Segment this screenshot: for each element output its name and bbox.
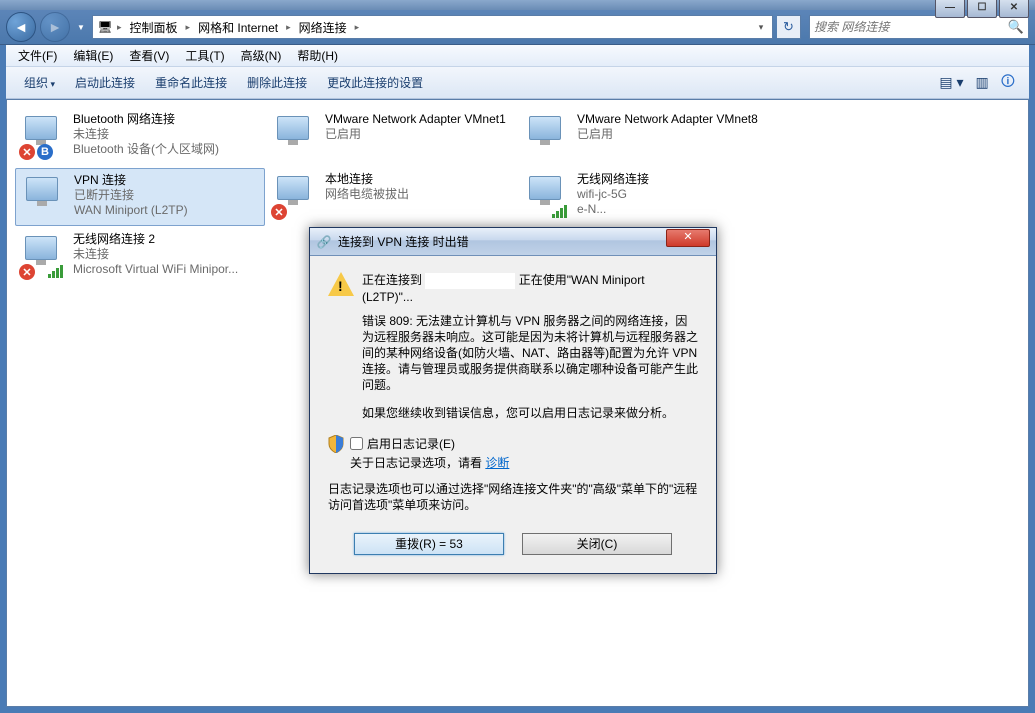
connection-item[interactable]: 无线网络连接wifi-jc-5Ge-N...	[519, 168, 769, 226]
connection-status: 已断开连接	[74, 188, 188, 203]
breadcrumb[interactable]: 🖥 ▸ 控制面板 ▸ 网格和 Internet ▸ 网络连接 ▸ ▾	[92, 15, 773, 39]
connection-item[interactable]: VMware Network Adapter VMnet8已启用	[519, 108, 769, 166]
connection-item[interactable]: VPN 连接已断开连接WAN Miniport (L2TP)	[15, 168, 265, 226]
diagnose-link[interactable]: 诊断	[485, 456, 509, 470]
connection-name: 本地连接	[325, 172, 409, 187]
bc-sep[interactable]: ▸	[353, 22, 362, 33]
forward-arrow-icon: ►	[48, 19, 62, 35]
window-close-button[interactable]: ✕	[999, 0, 1029, 18]
connection-status: 网络电缆被拔出	[325, 187, 409, 202]
toolbar-start[interactable]: 启动此连接	[65, 70, 145, 95]
error-text: 错误 809: 无法建立计算机与 VPN 服务器之间的网络连接，因为远程服务器未…	[362, 313, 698, 393]
connection-icon	[523, 172, 571, 220]
address-dropdown[interactable]: ▾	[752, 22, 770, 33]
bc-leaf[interactable]: 网络连接	[293, 19, 353, 36]
search-input[interactable]	[814, 20, 1008, 34]
connecting-pre: 正在连接到	[362, 273, 422, 287]
connection-status: wifi-jc-5G	[577, 187, 649, 202]
enable-log-input[interactable]	[350, 437, 363, 450]
toolbar-organize[interactable]: 组织	[14, 70, 65, 95]
bc-sep[interactable]: ▸	[115, 22, 124, 33]
connection-status: 已启用	[325, 127, 506, 142]
toolbar-rename[interactable]: 重命名此连接	[145, 70, 237, 95]
connection-device: Microsoft Virtual WiFi Minipor...	[73, 262, 238, 277]
connection-item[interactable]: VMware Network Adapter VMnet1已启用	[267, 108, 517, 166]
enable-log-label: 启用日志记录(E)	[367, 435, 455, 452]
network-icon: 🔗	[316, 234, 332, 250]
connection-icon	[20, 173, 68, 221]
back-button[interactable]: ◄	[6, 12, 36, 42]
toolbar-change[interactable]: 更改此连接的设置	[317, 70, 433, 95]
connection-name: 无线网络连接	[577, 172, 649, 187]
hint-text: 如果您继续收到错误信息，您可以启用日志记录来做分析。	[362, 405, 698, 421]
connection-name: Bluetooth 网络连接	[73, 112, 219, 127]
connection-name: VPN 连接	[74, 173, 188, 188]
refresh-button[interactable]: ↻	[777, 15, 801, 39]
forward-button[interactable]: ►	[40, 12, 70, 42]
connection-icon: ✕B	[19, 112, 67, 160]
menu-view[interactable]: 查看(V)	[121, 45, 177, 66]
toolbar: 组织 启动此连接 重命名此连接 删除此连接 更改此连接的设置 ▤ ▾ ▥ 🛈	[6, 67, 1029, 99]
window-titlebar: — ☐ ✕	[0, 0, 1035, 10]
connection-name: VMware Network Adapter VMnet8	[577, 112, 758, 127]
dialog-message: 正在连接到 正在使用"WAN Miniport (L2TP)"... 错误 80…	[362, 272, 698, 393]
close-button[interactable]: 关闭(C)	[522, 533, 672, 555]
menu-help[interactable]: 帮助(H)	[289, 45, 346, 66]
connection-icon: ✕	[19, 232, 67, 280]
address-bar: ◄ ► ▼ 🖥 ▸ 控制面板 ▸ 网格和 Internet ▸ 网络连接 ▸ ▾…	[0, 10, 1035, 45]
search-icon[interactable]: 🔍	[1008, 19, 1024, 35]
minimize-button[interactable]: —	[935, 0, 965, 18]
bc-mid[interactable]: 网格和 Internet	[192, 19, 284, 36]
view-mode-button[interactable]: ▤ ▾	[933, 70, 969, 95]
obscured-target	[425, 273, 515, 289]
connection-device: WAN Miniport (L2TP)	[74, 203, 188, 218]
dialog-close-button[interactable]: ✕	[666, 229, 710, 247]
search-box[interactable]: 🔍	[809, 15, 1029, 39]
connection-item[interactable]: ✕ 无线网络连接 2未连接Microsoft Virtual WiFi Minip…	[15, 228, 265, 286]
dialog-titlebar[interactable]: 🔗 连接到 VPN 连接 时出错 ✕	[310, 228, 716, 256]
dialog-title: 连接到 VPN 连接 时出错	[338, 233, 666, 250]
preview-pane-button[interactable]: ▥	[969, 70, 994, 95]
connection-device: e-N...	[577, 202, 649, 217]
shield-icon	[328, 435, 350, 471]
connection-name: 无线网络连接 2	[73, 232, 238, 247]
menu-bar: 文件(F) 编辑(E) 查看(V) 工具(T) 高级(N) 帮助(H)	[6, 45, 1029, 67]
connection-item[interactable]: ✕ 本地连接网络电缆被拔出	[267, 168, 517, 226]
redial-button[interactable]: 重拨(R) = 53	[354, 533, 504, 555]
help-button[interactable]: 🛈	[995, 67, 1021, 99]
bc-sep[interactable]: ▸	[184, 22, 193, 33]
error-dialog: 🔗 连接到 VPN 连接 时出错 ✕ 正在连接到 正在使用"WAN Minipo…	[309, 227, 717, 574]
warning-icon	[328, 272, 362, 393]
connection-icon	[271, 112, 319, 160]
enable-log-checkbox[interactable]: 启用日志记录(E)	[350, 435, 698, 452]
bc-root[interactable]: 控制面板	[124, 19, 184, 36]
menu-edit[interactable]: 编辑(E)	[65, 45, 121, 66]
connection-device: Bluetooth 设备(个人区域网)	[73, 142, 219, 157]
connection-status: 未连接	[73, 247, 238, 262]
connection-item[interactable]: ✕B Bluetooth 网络连接未连接Bluetooth 设备(个人区域网)	[15, 108, 265, 166]
back-arrow-icon: ◄	[14, 19, 28, 35]
connection-status: 已启用	[577, 127, 758, 142]
connection-icon: ✕	[271, 172, 319, 220]
menu-file[interactable]: 文件(F)	[10, 45, 65, 66]
toolbar-delete[interactable]: 删除此连接	[237, 70, 317, 95]
bc-sep[interactable]: ▸	[284, 22, 293, 33]
connection-name: VMware Network Adapter VMnet1	[325, 112, 506, 127]
menu-advanced[interactable]: 高级(N)	[233, 45, 290, 66]
about-log: 关于日志记录选项，请看 诊断	[350, 454, 698, 471]
menu-tools[interactable]: 工具(T)	[177, 45, 232, 66]
connection-status: 未连接	[73, 127, 219, 142]
maximize-button[interactable]: ☐	[967, 0, 997, 18]
note-text: 日志记录选项也可以通过选择"网络连接文件夹"的"高级"菜单下的"远程访问首选项"…	[328, 481, 698, 513]
control-panel-icon: 🖥	[95, 17, 115, 37]
nav-history-dropdown[interactable]: ▼	[74, 17, 88, 37]
connection-icon	[523, 112, 571, 160]
dialog-body: 正在连接到 正在使用"WAN Miniport (L2TP)"... 错误 80…	[310, 256, 716, 573]
